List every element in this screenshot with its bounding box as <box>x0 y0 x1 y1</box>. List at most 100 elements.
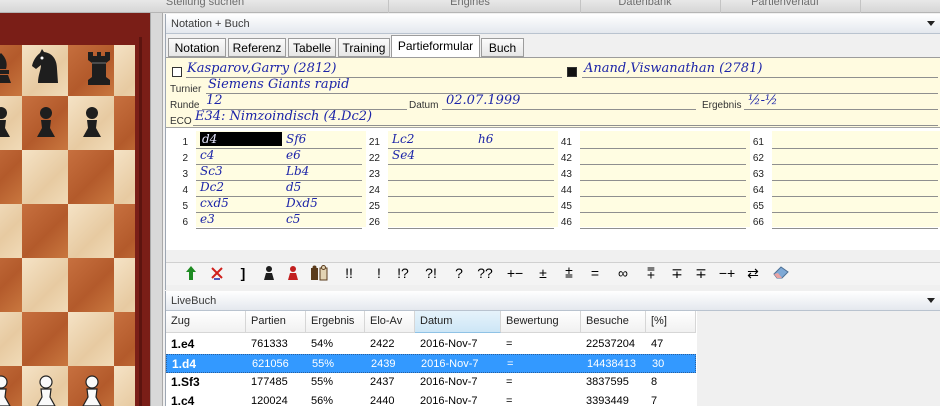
annotation-symbol-button[interactable]: ⩲ <box>558 265 580 284</box>
red-pawn-icon[interactable] <box>282 265 304 284</box>
black-pawn-icon[interactable] <box>33 104 59 142</box>
black-pawn-icon[interactable] <box>0 104 14 142</box>
annotation-symbol-button[interactable]: +− <box>504 265 526 284</box>
annotation-symbol-button[interactable]: !! <box>338 265 360 284</box>
column-header-[interactable]: [%] <box>646 311 696 333</box>
white-pawn-icon[interactable] <box>79 373 105 406</box>
chevron-down-icon[interactable] <box>927 298 935 303</box>
annotation-symbol-button[interactable]: ∓ <box>666 265 688 284</box>
table-row[interactable]: 1.Sf3 177485 55% 2437 2016-Nov-7 = 3837595 8 <box>166 373 696 392</box>
board-square[interactable] <box>22 258 68 312</box>
black-move[interactable]: Dxd5 <box>286 196 318 210</box>
board-square[interactable] <box>114 204 135 258</box>
tab-partieformular[interactable]: Partieformular <box>391 35 480 58</box>
green-up-arrow-icon[interactable] <box>180 265 202 284</box>
annotation-symbol-button[interactable]: !? <box>392 265 414 284</box>
column-header-ergebnis[interactable]: Ergebnis <box>306 311 365 333</box>
table-row[interactable]: 1.e4 761333 54% 2422 2016-Nov-7 = 22537204 47 <box>166 335 696 354</box>
column-header-elo-av[interactable]: Elo-Av <box>365 311 415 333</box>
board-square[interactable] <box>114 366 135 406</box>
column-header-zug[interactable]: Zug <box>166 311 246 333</box>
table-cell: 2440 <box>370 395 395 406</box>
column-header-partien[interactable]: Partien <box>246 311 306 333</box>
black-move[interactable]: Lb4 <box>286 164 309 178</box>
tab-referenz[interactable]: Referenz <box>228 38 286 57</box>
black-move[interactable]: Sf6 <box>286 132 306 146</box>
board-square[interactable] <box>68 312 114 366</box>
board-square[interactable] <box>114 150 135 204</box>
white-move[interactable]: Lc2 <box>392 132 414 146</box>
board-square[interactable] <box>0 150 22 204</box>
white-pawn-icon[interactable] <box>0 373 14 406</box>
black-move[interactable]: e6 <box>286 148 301 162</box>
annotation-symbol-button[interactable]: ! <box>368 265 390 284</box>
white-move[interactable]: c4 <box>200 148 214 162</box>
annotation-symbol-button[interactable]: ?! <box>420 265 442 284</box>
board-square[interactable] <box>22 312 68 366</box>
toolbar-item-stellung-suchen[interactable]: Stellung suchen <box>120 0 290 12</box>
annotation-symbol-button[interactable]: −+ <box>716 265 738 284</box>
black-move[interactable]: h6 <box>478 132 493 146</box>
board-square[interactable] <box>68 204 114 258</box>
chevron-down-icon[interactable] <box>927 21 935 26</box>
tournament-name[interactable]: Siemens Giants rapid <box>208 77 349 92</box>
black-rook-icon[interactable] <box>82 48 116 90</box>
splitter-bar[interactable] <box>150 13 163 406</box>
annotation-symbol-button[interactable]: ? <box>448 265 470 284</box>
board-square[interactable] <box>0 258 22 312</box>
black-pawn-icon[interactable] <box>79 104 105 142</box>
white-move[interactable]: cxd5 <box>200 196 229 210</box>
black-pawn-icon[interactable] <box>258 265 280 284</box>
board-square[interactable] <box>114 96 135 150</box>
white-move[interactable]: Se4 <box>392 148 415 162</box>
delete-move-icon[interactable] <box>206 265 228 284</box>
eco-value[interactable]: E34: Nimzoindisch (4.Dc2) <box>195 109 372 124</box>
annotation-symbol-button[interactable]: ∞ <box>612 265 634 284</box>
board-square[interactable] <box>22 150 68 204</box>
column-header-datum[interactable]: Datum <box>415 311 501 333</box>
annotation-symbol-button[interactable]: = <box>584 265 606 284</box>
date-value[interactable]: 02.07.1999 <box>446 93 520 108</box>
board-square[interactable] <box>68 150 114 204</box>
board-square[interactable] <box>0 204 22 258</box>
toolbar-item-datenbank[interactable]: Datenbank <box>590 0 700 12</box>
board-square[interactable] <box>68 258 114 312</box>
annotation-symbol-button[interactable]: ∓ <box>690 265 712 284</box>
pieces-icon[interactable] <box>308 265 330 284</box>
annotation-symbol-button[interactable]: ± <box>532 265 554 284</box>
white-move[interactable]: Dc2 <box>200 180 224 194</box>
column-header-besuche[interactable]: Besuche <box>581 311 646 333</box>
round-value[interactable]: 12 <box>206 93 223 108</box>
bracket-icon[interactable]: ] <box>232 265 254 284</box>
table-row[interactable]: 1.d4 621056 55% 2439 2016-Nov-7 = 14438413 30 <box>166 354 696 373</box>
black-move[interactable]: d5 <box>286 180 301 194</box>
board-square[interactable] <box>114 312 135 366</box>
white-move[interactable]: e3 <box>200 212 215 226</box>
board-square[interactable] <box>22 204 68 258</box>
board-square[interactable] <box>114 258 135 312</box>
toolbar-item-partienverlauf[interactable]: Partienverlauf <box>730 0 840 12</box>
white-move[interactable]: d4 <box>200 132 282 146</box>
annotation-symbol-button[interactable]: ⩱ <box>640 265 662 284</box>
chess-board[interactable] <box>0 45 135 406</box>
white-pawn-icon[interactable] <box>33 373 59 406</box>
white-move[interactable]: Sc3 <box>200 164 223 178</box>
black-knight-icon[interactable] <box>28 47 64 89</box>
board-square[interactable] <box>114 45 135 96</box>
tab-buch[interactable]: Buch <box>481 38 524 57</box>
black-bishop-icon[interactable] <box>0 49 16 89</box>
eraser-icon[interactable] <box>770 265 792 284</box>
black-player-name[interactable]: Anand,Viswanathan (2781) <box>584 61 762 76</box>
tab-tabelle[interactable]: Tabelle <box>288 38 336 57</box>
annotation-symbol-button[interactable]: ?? <box>474 265 496 284</box>
board-square[interactable] <box>0 312 22 366</box>
tab-training[interactable]: Training <box>338 38 390 57</box>
toolbar-item-engines[interactable]: Engines <box>410 0 530 12</box>
table-row[interactable]: 1.c4 120024 56% 2440 2016-Nov-7 = 3393449 7 <box>166 392 696 406</box>
annotation-symbol-button[interactable]: ⇄ <box>742 265 764 284</box>
black-move[interactable]: c5 <box>286 212 300 226</box>
tab-notation[interactable]: Notation <box>168 38 226 57</box>
white-player-name[interactable]: Kasparov,Garry (2812) <box>187 61 336 76</box>
result-value[interactable]: ½-½ <box>748 93 778 108</box>
column-header-bewertung[interactable]: Bewertung <box>501 311 581 333</box>
